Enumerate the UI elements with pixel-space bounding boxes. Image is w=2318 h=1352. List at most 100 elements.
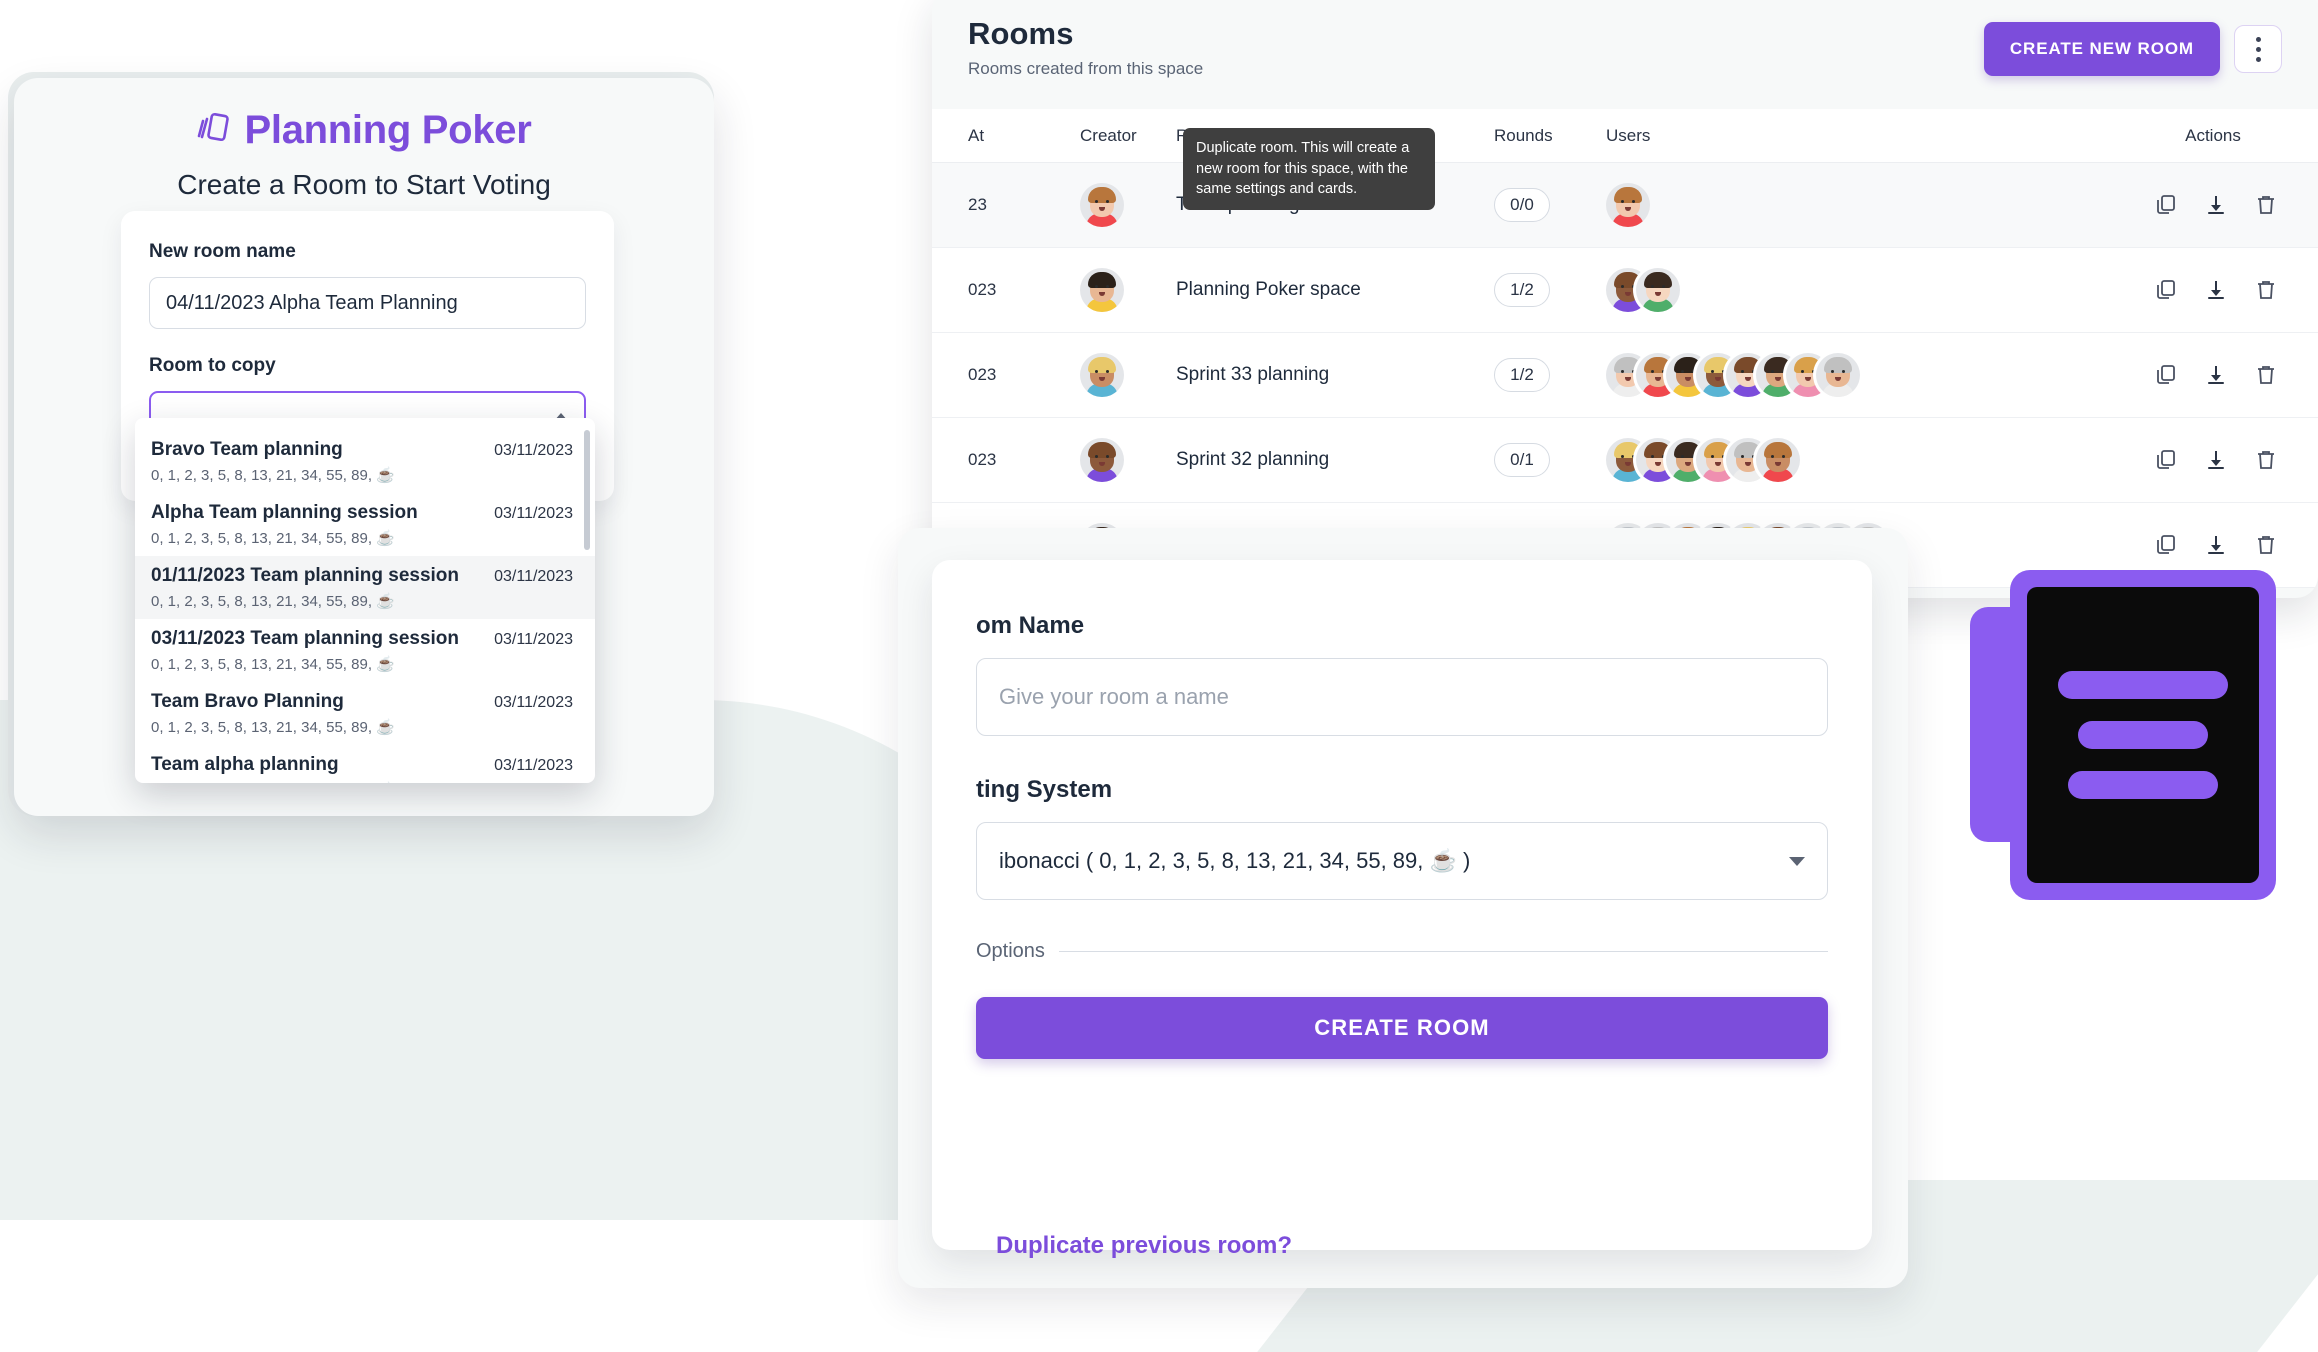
column-header-actions: Actions	[2108, 126, 2318, 146]
document-icon-bar-3	[2068, 771, 2218, 799]
document-icon-front	[2010, 570, 2276, 900]
rooms-table: At Creator Room Name Rounds Users Action…	[932, 109, 2318, 588]
cell-creator	[1080, 268, 1176, 312]
divider-line	[1058, 951, 1828, 952]
download-icon[interactable]	[2202, 446, 2230, 474]
room-name-label: om Name	[976, 612, 1085, 639]
download-icon[interactable]	[2202, 361, 2230, 389]
screenshot-root: Rooms Rooms created from this space CREA…	[0, 0, 2318, 1352]
dropdown-option-cards: 0, 1, 2, 3, 5, 8, 13, 21, 34, 55, 89, ☕	[151, 781, 573, 783]
cell-room-name: Sprint 33 planning	[1176, 364, 1330, 385]
table-row[interactable]: 023 Sprint 33 planning 1/2	[932, 333, 2318, 418]
brand-label: Planning Poker	[244, 108, 532, 152]
dropdown-option-date: 03/11/2023	[494, 757, 573, 774]
dropdown-option-date: 03/11/2023	[494, 568, 573, 585]
planning-poker-subtitle: Create a Room to Start Voting	[177, 169, 551, 200]
cell-actions	[2108, 361, 2318, 389]
download-icon[interactable]	[2202, 276, 2230, 304]
avatar	[1756, 438, 1800, 482]
document-icon-bar-2	[2078, 721, 2208, 749]
dropdown-option[interactable]: Team alpha planning0, 1, 2, 3, 5, 8, 13,…	[135, 745, 595, 783]
rounds-badge: 0/1	[1494, 443, 1550, 477]
create-new-room-button[interactable]: CREATE NEW ROOM	[1983, 22, 2220, 76]
cell-users	[1606, 438, 2108, 482]
dropdown-scrollbar[interactable]	[584, 430, 590, 550]
voting-system-select[interactable]: ibonacci ( 0, 1, 2, 3, 5, 8, 13, 21, 34,…	[976, 822, 1828, 900]
cell-actions	[2108, 446, 2318, 474]
duplicate-previous-room-link[interactable]: Duplicate previous room?	[996, 1232, 1292, 1260]
dropdown-option-cards: 0, 1, 2, 3, 5, 8, 13, 21, 34, 55, 89, ☕	[151, 593, 395, 610]
cell-creator	[1080, 438, 1176, 482]
voting-system-label: ting System	[976, 776, 1113, 803]
rooms-header-titles: Rooms Rooms created from this space	[968, 16, 1984, 79]
avatar	[1606, 183, 1650, 227]
delete-icon[interactable]	[2252, 531, 2280, 559]
cell-date: 023	[968, 450, 997, 469]
dropdown-option-date: 03/11/2023	[494, 442, 573, 459]
new-room-name-label: New room name	[149, 241, 296, 262]
delete-icon[interactable]	[2252, 191, 2280, 219]
dropdown-option[interactable]: Team Bravo Planning 0, 1, 2, 3, 5, 8, 13,…	[135, 682, 595, 745]
page-title: Rooms	[968, 16, 1074, 51]
duplicate-icon[interactable]	[2152, 531, 2180, 559]
cell-date: 023	[968, 365, 997, 384]
duplicate-icon[interactable]	[2152, 446, 2180, 474]
new-room-name-input[interactable]: 04/11/2023 Alpha Team Planning	[149, 277, 586, 329]
avatar	[1816, 353, 1860, 397]
options-label: Options	[976, 940, 1045, 962]
cell-room-name: Planning Poker space	[1176, 279, 1361, 300]
dropdown-option[interactable]: 01/11/2023 Team planning session 0, 1, 2,…	[135, 556, 595, 619]
avatar	[1080, 183, 1124, 227]
duplicate-icon[interactable]	[2152, 361, 2180, 389]
cell-date: 023	[968, 280, 997, 299]
cell-users	[1606, 268, 2108, 312]
dropdown-option-cards: 0, 1, 2, 3, 5, 8, 13, 21, 34, 55, 89, ☕	[151, 530, 395, 547]
room-to-copy-dropdown[interactable]: Bravo Team planning 0, 1, 2, 3, 5, 8, 13,…	[135, 418, 595, 783]
duplicate-icon[interactable]	[2152, 276, 2180, 304]
column-header-creator: Creator	[1080, 125, 1137, 145]
rounds-badge: 0/0	[1494, 188, 1550, 222]
cell-actions	[2108, 531, 2318, 559]
room-name-input[interactable]: Give your room a name	[976, 658, 1828, 736]
cell-creator	[1080, 183, 1176, 227]
delete-icon[interactable]	[2252, 446, 2280, 474]
more-vertical-icon[interactable]	[2234, 25, 2282, 73]
rounds-badge: 1/2	[1494, 358, 1550, 392]
download-icon[interactable]	[2202, 531, 2230, 559]
avatar	[1080, 438, 1124, 482]
voting-system-value: ibonacci ( 0, 1, 2, 3, 5, 8, 13, 21, 34,…	[999, 848, 1471, 873]
cell-users	[1606, 183, 2108, 227]
room-to-copy-label: Room to copy	[149, 355, 276, 376]
table-row[interactable]: 023 Planning Poker space 1/2	[932, 248, 2318, 333]
dropdown-option[interactable]: 03/11/2023 Team planning session 0, 1, 2,…	[135, 619, 595, 682]
dropdown-option-date: 03/11/2023	[494, 694, 573, 711]
duplicate-icon[interactable]	[2152, 191, 2180, 219]
table-row[interactable]: 023 Sprint 32 planning 0/1	[932, 418, 2318, 503]
rooms-header: Rooms Rooms created from this space CREA…	[932, 0, 2318, 79]
cell-date: 23	[968, 195, 987, 214]
duplicate-tooltip: Duplicate room. This will create a new r…	[1183, 128, 1435, 210]
cell-rounds: 1/2	[1494, 273, 1606, 307]
dropdown-option[interactable]: Alpha Team planning session 0, 1, 2, 3, 5…	[135, 493, 595, 556]
cell-rounds: 0/0	[1494, 188, 1606, 222]
chevron-down-icon	[1789, 856, 1805, 866]
create-room-button[interactable]: CREATE ROOM	[976, 997, 1828, 1059]
column-header-rounds: Rounds	[1494, 125, 1553, 145]
dropdown-option-cards: 0, 1, 2, 3, 5, 8, 13, 21, 34, 55, 89, ☕	[151, 656, 395, 673]
column-header-actions-label: Actions	[2185, 125, 2241, 145]
room-to-copy-dropdown-list: Bravo Team planning 0, 1, 2, 3, 5, 8, 13,…	[135, 418, 595, 783]
cell-creator	[1080, 353, 1176, 397]
cell-actions	[2108, 276, 2318, 304]
document-icon-inner	[2027, 587, 2259, 883]
avatar	[1080, 268, 1124, 312]
dropdown-option[interactable]: Bravo Team planning 0, 1, 2, 3, 5, 8, 13,…	[135, 430, 595, 493]
delete-icon[interactable]	[2252, 361, 2280, 389]
cell-rounds: 0/1	[1494, 443, 1606, 477]
table-row[interactable]: 23Team planning session0/0	[932, 163, 2318, 248]
cell-rounds: 1/2	[1494, 358, 1606, 392]
create-room-card: om Name Give your room a name ting Syste…	[932, 560, 1872, 1250]
download-icon[interactable]	[2202, 191, 2230, 219]
page-subtitle: Rooms created from this space	[968, 59, 1204, 78]
delete-icon[interactable]	[2252, 276, 2280, 304]
rooms-header-actions: CREATE NEW ROOM	[1983, 22, 2282, 76]
